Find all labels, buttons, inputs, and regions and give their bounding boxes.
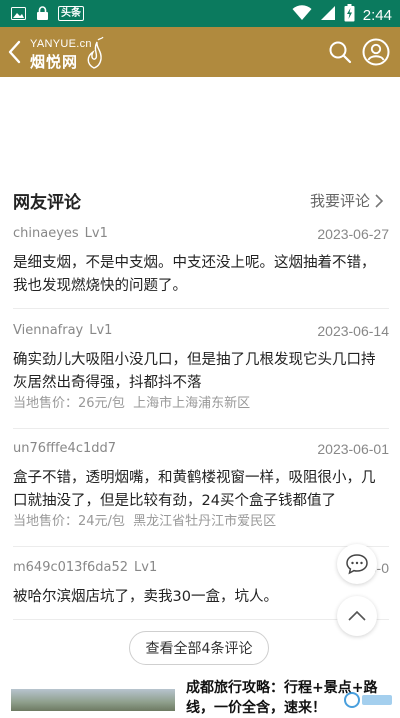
user-level: Lv1 — [89, 323, 113, 338]
article-thumbnail[interactable] — [11, 689, 175, 711]
comment-date: 2023-06-27 — [317, 226, 389, 242]
chat-icon — [346, 554, 368, 575]
battery-icon — [344, 4, 355, 26]
comment-username[interactable]: un76fffe4c1dd7 — [13, 441, 116, 456]
comment-item: Viennafray Lv1 2023-06-14 确实劲儿大吸阻小没几口，但是抽… — [13, 323, 389, 413]
comment-text: 被哈尔滨烟店坑了，卖我30一盒，坑人。 — [13, 589, 278, 605]
user-button[interactable] — [362, 38, 390, 66]
chevron-right-icon — [375, 193, 384, 208]
lock-icon — [34, 5, 50, 21]
status-right: 2:44 — [292, 4, 392, 26]
comment-item: un76fffe4c1dd7 2023-06-01 盒子不错，透明烟嘴，和黄鹤楼… — [13, 441, 389, 531]
comment-item: m649c013f6da52Lv1 2023-0 被哈尔滨烟店坑了，卖我30一盒… — [13, 560, 389, 609]
comment-date: 2023-06-01 — [317, 441, 389, 457]
chat-button[interactable] — [337, 544, 377, 584]
comment-username[interactable]: chinaeyes — [13, 226, 79, 241]
comment-extra: 当地售价：24元/包 黑龙江省牡丹江市爱民区 — [13, 513, 389, 531]
news-badge: 头条 — [58, 5, 84, 21]
divider — [13, 619, 389, 620]
comment-item: chinaeyes Lv1 2023-06-27 是细支烟，不是中支烟。中支还没上… — [13, 226, 389, 298]
comment-extra: 当地售价：26元/包 上海市上海浦东新区 — [13, 395, 389, 413]
watermark-logo — [344, 690, 394, 710]
divider — [13, 428, 389, 429]
comment-username[interactable]: Viennafray — [13, 323, 83, 338]
chevron-left-icon — [8, 40, 21, 64]
clock: 2:44 — [362, 6, 392, 24]
back-to-top-button[interactable] — [337, 596, 377, 636]
smoke-logo-icon — [87, 36, 104, 69]
chevron-up-icon — [348, 610, 366, 621]
location: 黑龙江省牡丹江市爱民区 — [133, 514, 277, 529]
comment-username[interactable]: m649c013f6da52 — [13, 560, 128, 575]
comment-author[interactable]: Viennafray Lv1 — [13, 323, 112, 338]
comment-text: 确实劲儿大吸阻小没几口，但是抽了几根发现它头几口持灰居然出奇得强，抖都抖不落 — [13, 352, 376, 391]
view-all-comments-button[interactable]: 查看全部4条评论 — [129, 631, 269, 665]
comment-meta: chinaeyes Lv1 2023-06-27 — [13, 226, 389, 244]
signal-icon — [320, 5, 336, 25]
write-review-label: 我要评论 — [309, 192, 370, 210]
logo-cn: 烟悦网 — [30, 53, 79, 71]
status-bar: 头条 2:44 — [0, 0, 400, 27]
app-header: YANYUE.cn 烟悦网 — [0, 27, 400, 77]
divider — [13, 308, 389, 309]
comment-author[interactable]: chinaeyes Lv1 — [13, 226, 108, 241]
wifi-icon — [292, 5, 312, 25]
image-icon — [10, 5, 26, 21]
comment-text: 盒子不错，透明烟嘴，和黄鹤楼视窗一样，吸阻很小，几口就抽没了，但是比较有劲，24… — [13, 470, 376, 509]
user-icon — [362, 38, 390, 66]
status-left: 头条 — [10, 5, 84, 21]
comment-author[interactable]: m649c013f6da52 Lv1 — [13, 560, 157, 575]
location: 上海市上海浦东新区 — [133, 396, 251, 411]
divider — [13, 546, 389, 547]
comment-meta: un76fffe4c1dd7 2023-06-01 — [13, 441, 389, 459]
local-price: 当地售价：24元/包 — [13, 514, 125, 529]
comment-meta: m649c013f6da52Lv1 2023-0 — [13, 560, 389, 578]
reviews-title: 网友评论 — [13, 193, 81, 213]
comment-meta: Viennafray Lv1 2023-06-14 — [13, 323, 389, 341]
comment-date: 2023-06-14 — [317, 323, 389, 339]
back-button[interactable] — [6, 39, 26, 65]
user-level: Lv1 — [134, 560, 158, 575]
comment-text: 是细支烟，不是中支烟。中支还没上呢。这烟抽着不错，我也发现燃烧快的问题了。 — [13, 255, 376, 294]
user-level: Lv1 — [84, 226, 108, 241]
comment-author[interactable]: un76fffe4c1dd7 — [13, 441, 116, 456]
write-review-button[interactable]: 我要评论 — [310, 190, 384, 211]
local-price: 当地售价：26元/包 — [13, 396, 125, 411]
search-icon — [329, 41, 352, 64]
search-button[interactable] — [328, 40, 352, 64]
